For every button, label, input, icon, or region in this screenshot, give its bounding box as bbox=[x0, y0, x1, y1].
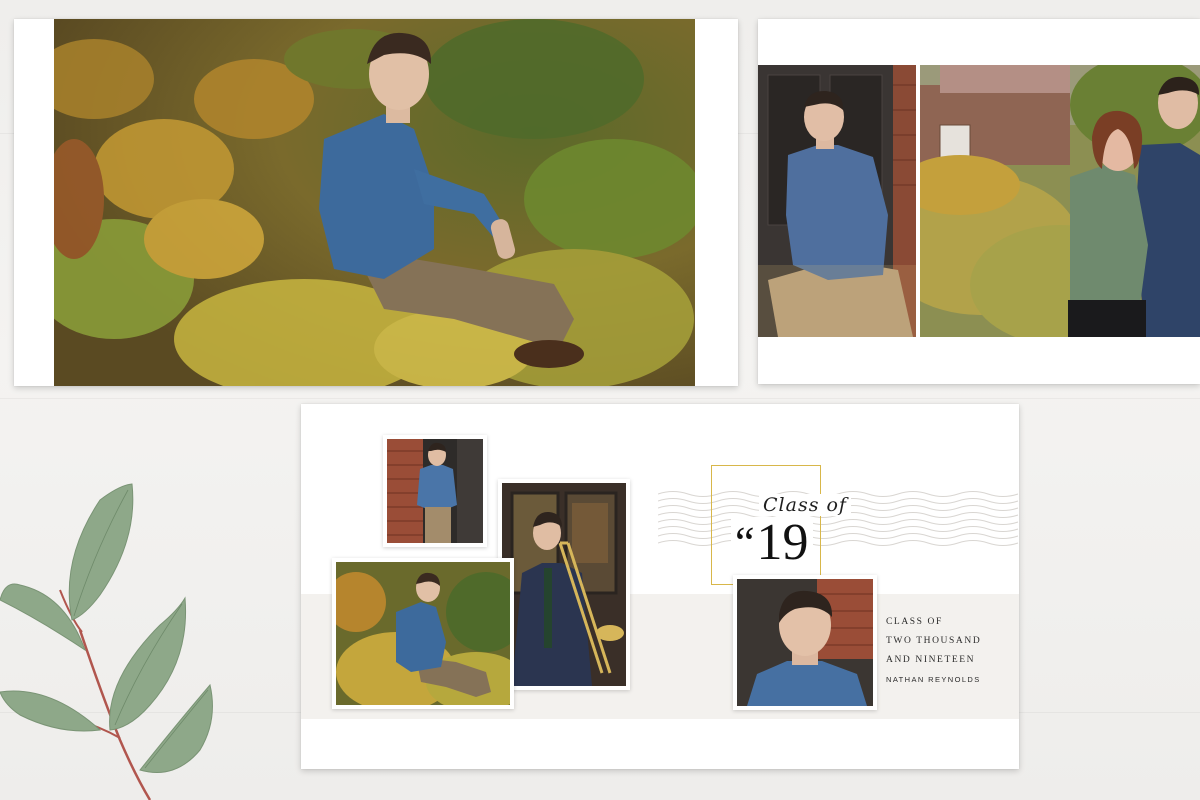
year-quote-mark: “ bbox=[735, 518, 755, 567]
thumb-trombone-portrait bbox=[498, 479, 630, 690]
student-name: NATHAN REYNOLDS bbox=[886, 675, 981, 684]
info-line-and-nineteen: AND NINETEEN bbox=[886, 655, 976, 665]
info-line-two-thousand: TWO THOUSAND bbox=[886, 636, 982, 646]
doorway-portrait-photo bbox=[758, 65, 916, 337]
album-spread-top-right bbox=[758, 19, 1200, 384]
thumb-brick-wall-standing bbox=[383, 435, 487, 547]
info-line-class-of: CLASS OF bbox=[886, 617, 943, 627]
year-digits: 19 bbox=[756, 514, 809, 571]
class-of-script: Class of bbox=[759, 494, 851, 516]
backdrop-plank bbox=[0, 398, 1200, 399]
thumb-headshot bbox=[733, 575, 877, 710]
class-year: “19 bbox=[731, 517, 813, 569]
thumb-autumn-sitting bbox=[332, 558, 514, 709]
album-spread-bottom: Class of “19 CLASS OF TWO THOUSAND AND N… bbox=[301, 404, 1019, 769]
eucalyptus-branch-icon bbox=[0, 483, 213, 800]
autumn-leaves-portrait-photo bbox=[54, 19, 695, 386]
mother-and-son-photo bbox=[920, 65, 1200, 337]
album-spread-top-left bbox=[14, 19, 738, 386]
